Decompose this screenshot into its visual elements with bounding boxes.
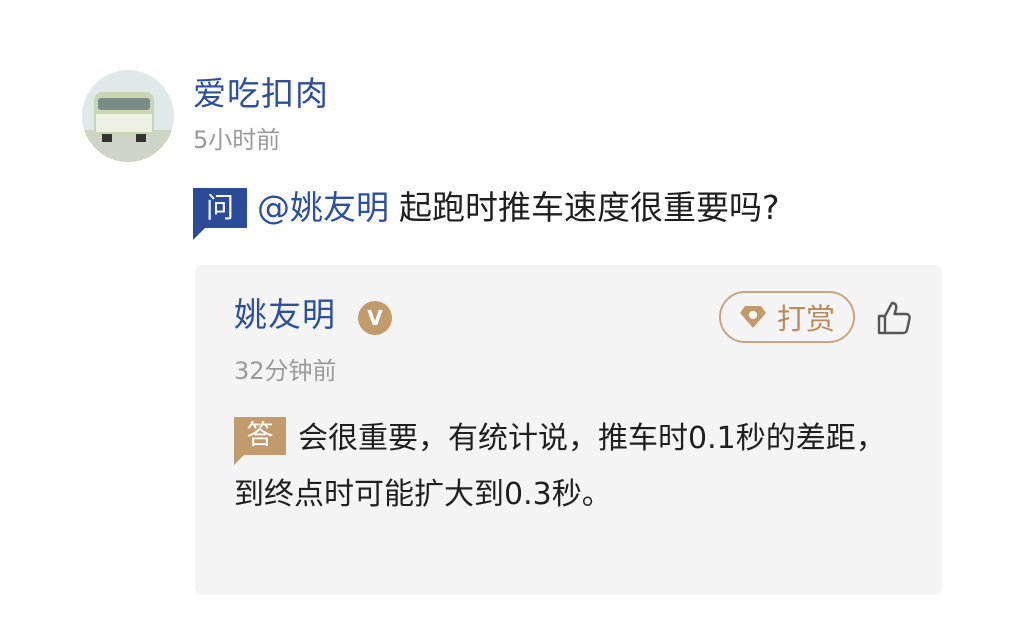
answer-text: 会很重要，有统计说，推车时0.1秒的差距，到终点时可能扩大到0.3秒。: [234, 421, 886, 512]
question-text: 起跑时推车速度很重要吗?: [399, 188, 780, 227]
answer-timestamp: 32分钟前: [234, 357, 337, 385]
post-username[interactable]: 爱吃扣肉: [193, 72, 329, 116]
answer-badge: 答: [234, 417, 286, 465]
thumbs-up-icon[interactable]: [875, 299, 913, 341]
verified-icon: V: [358, 301, 392, 335]
tip-button[interactable]: 打赏: [719, 291, 855, 343]
avatar[interactable]: [82, 70, 174, 162]
gem-icon: [739, 304, 767, 330]
van-photo: [82, 70, 174, 162]
question-badge: 问: [193, 188, 247, 240]
post-timestamp: 5小时前: [193, 126, 281, 154]
tip-label: 打赏: [776, 302, 835, 336]
mention-link[interactable]: @姚友明: [257, 186, 389, 230]
answer-card: 姚友明 V 打赏 32分钟前 答会很重要，有统计说，推车时0.1秒的差距，到终点…: [195, 265, 942, 595]
answerer-name[interactable]: 姚友明: [234, 293, 336, 337]
question-line: 问 @姚友明 起跑时推车速度很重要吗?: [193, 186, 780, 240]
answer-body: 答会很重要，有统计说，推车时0.1秒的差距，到终点时可能扩大到0.3秒。: [234, 411, 914, 523]
